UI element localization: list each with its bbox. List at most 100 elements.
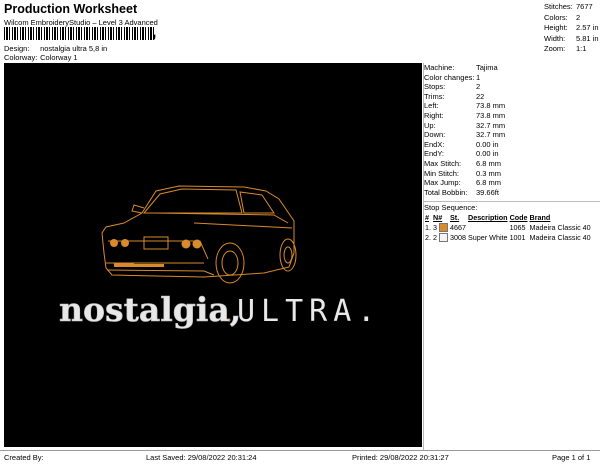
spec-label: EndY: [424, 149, 445, 159]
spec-row: Max Jump: 6.8 mm [424, 178, 600, 188]
spec-value: 32.7 mm [476, 120, 506, 130]
spec-row: Machine: Tajima [424, 63, 600, 73]
spec-label: Total Bobbin: [424, 187, 468, 197]
spec-value: 73.8 mm [476, 101, 506, 111]
color-swatch-icon [439, 233, 448, 243]
spec-row: Min Stitch: 0.3 mm [424, 169, 600, 179]
footer-saved: Last Saved: 29/08/2022 20:31:24 [146, 453, 257, 462]
spec-value: 0.00 in [476, 139, 499, 149]
spec-row: Left: 73.8 mm [424, 101, 600, 111]
needle-number: 3 [433, 222, 437, 232]
barcode-comma: , [152, 24, 157, 41]
column-header: N# [433, 213, 443, 223]
cell-brand: Madeira Classic 40 [529, 222, 591, 232]
machine-specs-panel: Machine: Tajima Color changes: 1 Stops: 2 T… [424, 63, 600, 243]
color-swatch-icon [439, 223, 448, 233]
stat-row: Colors: 2 [544, 13, 599, 24]
cell-description: Super White [468, 232, 508, 242]
spec-row: Total Bobbin: 39.66ft [424, 188, 600, 198]
stop-sequence-table: # N# St. Description Code Brand 1. 3 466… [424, 213, 592, 243]
spec-label: Min Stitch: [424, 168, 460, 178]
footer-created: Created By: [4, 453, 44, 462]
spec-label: Right: [424, 110, 444, 120]
spec-row: Stops: 2 [424, 82, 600, 92]
stat-row: Width: 5.81 in [544, 34, 599, 45]
design-label: Design: [4, 44, 30, 53]
column-header: St. [450, 213, 460, 223]
spec-label: Stops: [424, 82, 446, 92]
cell-stitches: 4667 [450, 222, 466, 232]
cell-stitches: 3008 [450, 232, 466, 242]
column-header: Description [468, 213, 508, 223]
stat-value: 2 [576, 12, 581, 22]
spec-value: 22 [476, 91, 485, 101]
cell-num: 2. [425, 232, 431, 242]
stat-label: Height: [544, 23, 568, 32]
stat-value: 5.81 in [576, 33, 599, 43]
spec-label: EndX: [424, 139, 445, 149]
embroidery-preview: nostalgia, ULTRA. [59, 185, 381, 329]
colorway-label: Colorway: [4, 53, 38, 62]
stat-value: 1:1 [576, 44, 587, 53]
design-preview[interactable]: nostalgia, ULTRA. [4, 63, 422, 447]
spec-row: Color changes: 1 [424, 73, 600, 83]
stat-label: Width: [544, 33, 566, 43]
stat-value: 7677 [576, 2, 593, 11]
spec-label: Max Stitch: [424, 158, 462, 168]
stop-sequence-title: Stop Sequence: [424, 201, 600, 212]
needle-number: 2 [433, 232, 437, 242]
stat-row: Stitches: 7677 [544, 2, 599, 13]
spec-label: Machine: [424, 63, 455, 72]
app-subtitle: Wilcom EmbroideryStudio – Level 3 Advanc… [4, 18, 158, 27]
spec-label: Left: [424, 101, 439, 111]
table-header-row: # N# St. Description Code Brand [424, 213, 592, 222]
cell-code: 1001 [509, 232, 526, 242]
design-row: Design: nostalgia ultra 5,8 in [4, 44, 107, 53]
spec-value: 73.8 mm [476, 110, 506, 120]
spec-label: Down: [424, 130, 446, 140]
spec-value: 6.8 mm [476, 158, 502, 168]
stat-row: Zoom: 1:1 [544, 44, 599, 55]
colorway-value: Colorway 1 [40, 53, 78, 62]
stat-label: Stitches: [544, 2, 573, 11]
cell-description [467, 222, 509, 232]
spec-row: Max Stitch: 6.8 mm [424, 159, 600, 169]
footer-divider [0, 450, 600, 451]
table-row[interactable]: 2. 2 3008 Super White 1001 Madeira Class… [424, 232, 592, 243]
spec-row: Down: 32.7 mm [424, 130, 600, 140]
design-text-caps: ULTRA. [237, 294, 381, 329]
table-row[interactable]: 1. 3 4667 1065 Madeira Classic 40 [424, 222, 592, 233]
spec-value: 6.8 mm [476, 178, 502, 188]
spec-value: 32.7 mm [476, 130, 506, 140]
barcode [4, 27, 154, 40]
column-header: # [425, 213, 429, 223]
cell-needle: 3 [432, 222, 449, 233]
cell-num: 1. [425, 222, 431, 232]
column-header: Code [509, 213, 528, 223]
spec-row: EndY: 0.00 in [424, 149, 600, 159]
footer-printed: Printed: 29/08/2022 20:31:27 [352, 453, 449, 462]
cell-brand: Madeira Classic 40 [529, 232, 591, 242]
footer-page: Page 1 of 1 [552, 453, 591, 462]
colorway-row: Colorway: Colorway 1 [4, 53, 78, 62]
spec-label: Up: [424, 120, 436, 130]
page-title: Production Worksheet [4, 2, 138, 16]
spec-label: Max Jump: [424, 178, 461, 188]
cell-code: 1065 [509, 222, 526, 232]
cell-needle: 2 [432, 232, 449, 243]
stat-label: Colors: [544, 12, 568, 22]
spec-label: Trims: [424, 91, 445, 101]
design-text-main: nostalgia, [59, 290, 241, 329]
column-header: Brand [529, 213, 551, 223]
spec-value: 0.00 in [476, 149, 499, 159]
design-value: nostalgia ultra 5,8 in [40, 44, 108, 53]
spec-row: EndX: 0.00 in [424, 140, 600, 150]
stats-panel: Stitches: 7677 Colors: 2 Height: 2.57 in Wi… [544, 2, 599, 55]
spec-row: Trims: 22 [424, 92, 600, 102]
spec-value: Tajima [476, 63, 498, 72]
stat-row: Height: 2.57 in [544, 23, 599, 34]
spec-value: 1 [476, 72, 481, 82]
stat-value: 2.57 in [576, 23, 599, 32]
spec-value: 0.3 mm [476, 168, 502, 178]
spec-value: 2 [476, 82, 481, 92]
